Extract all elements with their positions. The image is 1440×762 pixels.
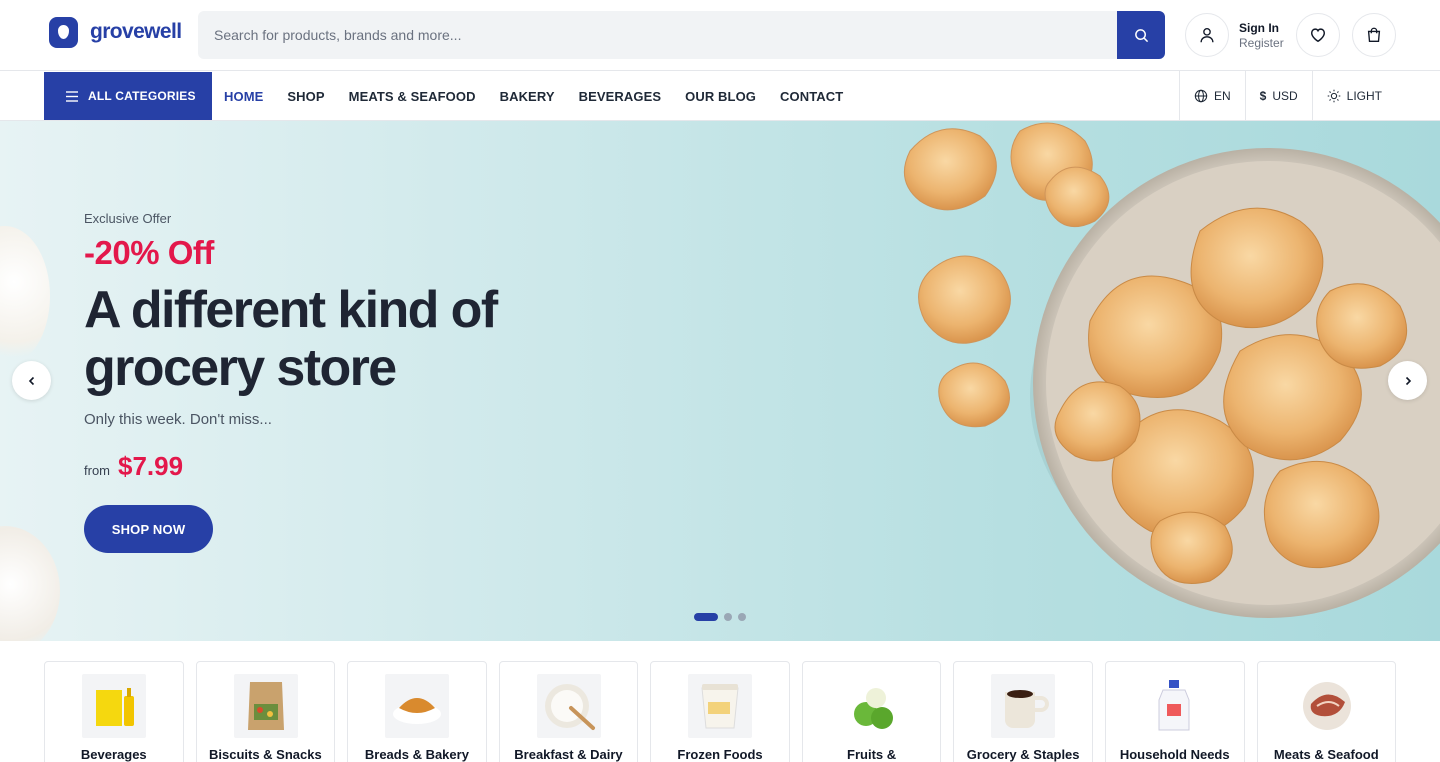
category-strip: Beverages Biscuits & Snacks Breads & Bak… xyxy=(44,661,1397,762)
chevron-left-icon xyxy=(28,376,34,385)
hero-slider: Exclusive Offer -20% Off A different kin… xyxy=(0,121,1440,641)
category-card[interactable]: Biscuits & Snacks xyxy=(195,661,336,762)
meat-plate-icon xyxy=(1294,674,1359,738)
user-icon xyxy=(1200,28,1214,43)
hero-discount: -20% Off xyxy=(84,234,214,271)
currency-selector[interactable]: $ USD xyxy=(1244,71,1312,121)
hero-headline: A different kind of grocery store xyxy=(84,281,498,397)
search-input[interactable] xyxy=(198,11,1117,59)
coffee-mug-icon xyxy=(991,674,1056,738)
nav-links: HOME SHOP MEATS & SEAFOOD BAKERY BEVERAG… xyxy=(224,71,843,121)
brand-logo[interactable]: grovewell xyxy=(49,16,182,48)
theme-toggle[interactable]: LIGHT xyxy=(1311,71,1396,121)
category-card[interactable]: Household Needs xyxy=(1104,661,1245,762)
brand-name: grovewell xyxy=(90,20,182,43)
category-label: Frozen Foods xyxy=(677,747,763,762)
category-label: Fruits & xyxy=(847,747,897,762)
hero-price-row: from $7.99 xyxy=(84,451,183,482)
category-label: Beverages xyxy=(80,747,147,762)
category-card[interactable]: Meats & Seafood xyxy=(1256,661,1397,762)
hero-price: $7.99 xyxy=(118,451,184,481)
nav-link-contact[interactable]: CONTACT xyxy=(780,89,843,104)
category-label: Breakfast & Dairy xyxy=(514,747,623,762)
category-card[interactable]: Grocery & Staples xyxy=(953,661,1093,762)
search-icon xyxy=(1134,28,1148,42)
menu-icon xyxy=(66,90,78,102)
wishlist-button[interactable] xyxy=(1296,13,1340,57)
category-card[interactable]: Beverages xyxy=(44,661,184,762)
apples-icon xyxy=(839,674,904,738)
language-selector[interactable]: EN xyxy=(1178,71,1245,121)
slider-dots xyxy=(694,613,746,621)
decor-left-bottom xyxy=(0,526,60,641)
nav-link-bakery[interactable]: BAKERY xyxy=(500,89,555,104)
currency-label: USD xyxy=(1272,89,1298,103)
category-label: Grocery & Staples xyxy=(966,747,1080,762)
category-label: Breads & Bakery xyxy=(364,747,469,762)
account-button[interactable] xyxy=(1185,13,1229,57)
nav-utilities: EN $ USD LIGHT xyxy=(1178,71,1396,121)
price-prefix: from xyxy=(84,463,110,478)
search-bar xyxy=(198,11,1165,59)
nav-link-home[interactable]: HOME xyxy=(224,89,263,104)
nav-link-beverages[interactable]: BEVERAGES xyxy=(579,89,662,104)
cart-button[interactable] xyxy=(1352,13,1396,57)
hero-eyebrow: Exclusive Offer xyxy=(84,211,172,226)
globe-icon xyxy=(1194,89,1208,103)
snack-bag-icon xyxy=(233,674,298,738)
hero-subline: Only this week. Don't miss... xyxy=(84,411,272,428)
juice-bottle-icon xyxy=(82,674,146,738)
account-links: Sign In Register xyxy=(1239,21,1284,51)
category-card[interactable]: Frozen Foods xyxy=(650,661,790,762)
sign-in-link[interactable]: Sign In xyxy=(1239,21,1284,36)
nav-link-meats-seafood[interactable]: MEATS & SEAFOOD xyxy=(349,89,476,104)
yogurt-bowl-icon xyxy=(536,674,601,738)
all-categories-button[interactable]: ALL CATEGORIES xyxy=(44,72,212,120)
category-card[interactable]: Breads & Bakery xyxy=(347,661,487,762)
slider-prev-button[interactable] xyxy=(12,361,51,400)
site-header: grovewell Sign In Register xyxy=(0,0,1440,71)
chips-bowl-image xyxy=(903,122,1440,618)
chevron-right-icon xyxy=(1405,376,1411,385)
heart-icon xyxy=(1310,28,1326,43)
category-label: Biscuits & Snacks xyxy=(208,747,322,762)
main-nav: ALL CATEGORIES HOME SHOP MEATS & SEAFOOD… xyxy=(0,71,1440,121)
category-label: Meats & Seafood xyxy=(1273,747,1379,762)
search-button[interactable] xyxy=(1117,11,1165,59)
slider-dot-1[interactable] xyxy=(694,613,718,621)
category-card[interactable]: Fruits & xyxy=(801,661,942,762)
register-link[interactable]: Register xyxy=(1239,36,1284,51)
nav-link-blog[interactable]: OUR BLOG xyxy=(685,89,756,104)
slider-dot-2[interactable] xyxy=(724,613,732,621)
category-card[interactable]: Breakfast & Dairy xyxy=(498,661,639,762)
croissant-icon xyxy=(385,674,450,738)
language-label: EN xyxy=(1213,89,1231,103)
theme-label: LIGHT xyxy=(1346,89,1382,103)
shop-now-button[interactable]: SHOP NOW xyxy=(84,505,213,553)
slider-next-button[interactable] xyxy=(1388,361,1427,400)
category-label: Household Needs xyxy=(1119,747,1230,762)
all-categories-label: ALL CATEGORIES xyxy=(88,89,196,103)
shopping-bag-icon xyxy=(1367,27,1381,42)
nav-link-shop[interactable]: SHOP xyxy=(287,89,324,104)
ice-cream-tub-icon xyxy=(688,674,753,738)
sun-icon xyxy=(1327,89,1340,103)
logo-mark-icon xyxy=(49,16,78,48)
dollar-icon: $ xyxy=(1259,89,1267,103)
decor-left-top xyxy=(0,226,50,366)
detergent-bottle-icon xyxy=(1142,674,1207,738)
slider-dot-3[interactable] xyxy=(738,613,746,621)
